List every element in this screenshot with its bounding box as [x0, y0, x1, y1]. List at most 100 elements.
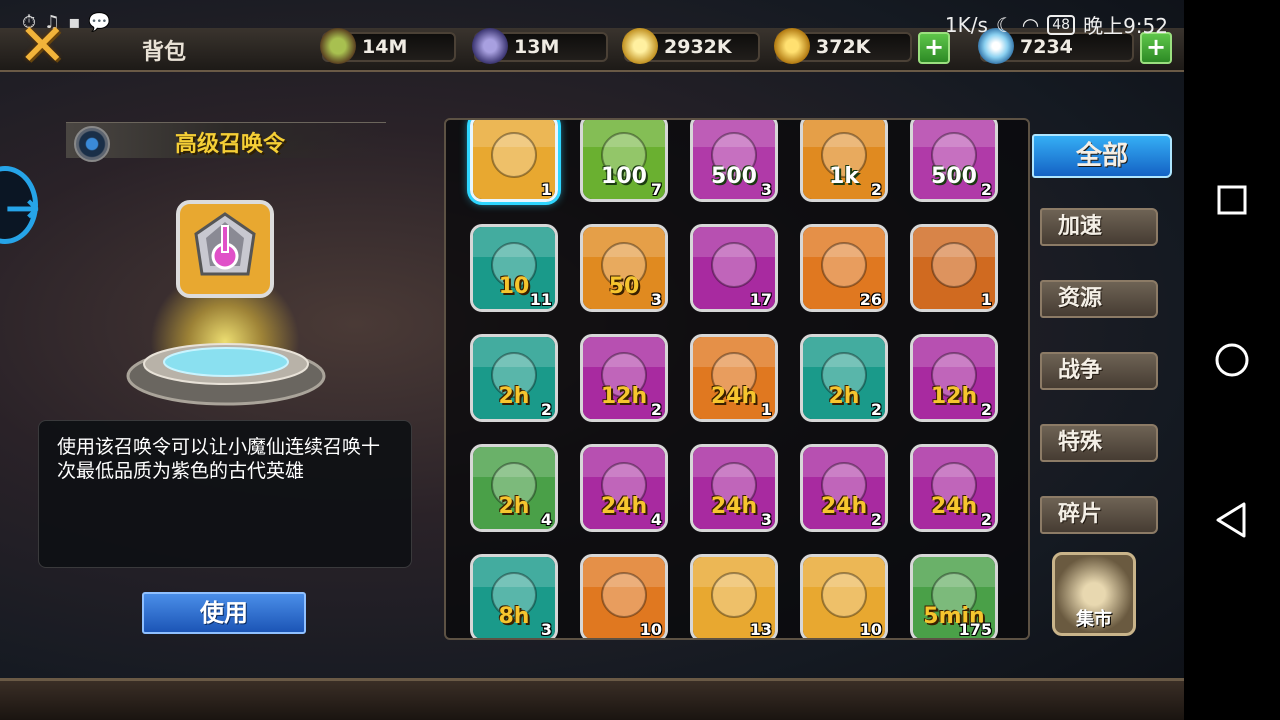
arrow-right-icon: → [5, 183, 41, 232]
item-count: 1 [980, 290, 992, 309]
inventory-slot-lightning-chest-50[interactable]: 50 3 [580, 224, 668, 312]
market-label: 集市 [1076, 609, 1112, 630]
inventory-slot-scroll[interactable]: 1 [910, 224, 998, 312]
inventory-slot-orange-wing-boots[interactable]: 26 [800, 224, 888, 312]
gold-icon [774, 28, 810, 64]
clock: 晚上9:52 [1083, 14, 1168, 38]
resource-gold-ore-value: 2932K [664, 36, 732, 58]
tab-special[interactable]: 特殊 [1040, 424, 1158, 462]
market-button[interactable]: 集市 [1052, 552, 1136, 636]
inventory-slot-wood-boost-24h[interactable]: 24h 4 [580, 444, 668, 532]
selected-item-title: 高级召唤令 [174, 132, 285, 157]
inventory-slot-gramophone[interactable]: 10 [580, 554, 668, 639]
inventory-slot-speedup-5min[interactable]: 5min 175 [910, 554, 998, 639]
resource-gold-ore: 2932K [622, 28, 760, 64]
inventory-slot-build-speedup-12h[interactable]: 12h 2 [580, 334, 668, 422]
bottom-frame [0, 678, 1184, 720]
inventory-grid[interactable]: 1 100 7 500 3 1k 2 500 2 10 11 50 3 17 26 1 2h 2 12h 2 24h 1 2… [444, 118, 1030, 640]
item-count: 2 [980, 400, 992, 419]
item-count: 11 [529, 290, 552, 309]
android-navigation-bar [1184, 0, 1280, 720]
close-button[interactable]: ✕ [18, 16, 78, 74]
inventory-slot-advanced-summon-token[interactable]: 1 [470, 120, 558, 202]
previous-page-button[interactable]: → [0, 166, 41, 244]
inventory-slot-purple-wing-boots[interactable]: 17 [690, 224, 778, 312]
inventory-slot-research-2h[interactable]: 2h 4 [470, 444, 558, 532]
inventory-slot-build-speedup-24h[interactable]: 24h 1 [690, 334, 778, 422]
plus-icon: + [923, 33, 945, 61]
summon-token-icon [176, 200, 274, 298]
resource-gold-value: 372K [816, 36, 871, 58]
inventory-slot-refresh-card-red[interactable]: 10 [800, 554, 888, 639]
item-count: 1 [540, 180, 552, 199]
tab-speedup[interactable]: 加速 [1040, 208, 1158, 246]
wifi-icon: ◠ [1021, 12, 1040, 37]
inventory-slot-shield-12h[interactable]: 12h 2 [910, 334, 998, 422]
stone-icon [472, 28, 508, 64]
item-count: 3 [760, 180, 772, 199]
inventory-slot-wrench-500[interactable]: 500 2 [910, 120, 998, 202]
inventory-slot-shield-2h[interactable]: 2h 2 [800, 334, 888, 422]
item-count: 1 [760, 400, 772, 419]
gold-ore-icon [622, 28, 658, 64]
item-count: 2 [650, 400, 662, 419]
inventory-slot-cheese-boost-24h[interactable]: 24h 2 [800, 444, 888, 532]
square-icon [1217, 185, 1247, 215]
status-bar-system: 1K/s ☾ ◠ 48 晚上9:52 [945, 10, 1168, 39]
item-count: 3 [760, 510, 772, 529]
item-count: 3 [540, 620, 552, 639]
inventory-slot-exp-potion-500[interactable]: 500 3 [690, 120, 778, 202]
item-count: 2 [870, 510, 882, 529]
resource-wood-value: 14M [362, 36, 408, 58]
game-screen: ⏱ ♫ ▪ 💬 ✕ 背包 14M 13M 2932K 372K + 7234 +… [0, 0, 1184, 720]
resource-wood: 14M [320, 28, 456, 64]
circle-icon [1215, 343, 1249, 377]
inventory-slot-refresh-card-blue[interactable]: 13 [690, 554, 778, 639]
back-button[interactable] [1204, 492, 1260, 548]
gear-badge-icon [74, 126, 110, 162]
item-description: 使用该召唤令可以让小魔仙连续召唤十次最低品质为紫色的古代英雄 [38, 420, 412, 568]
home-button[interactable] [1204, 332, 1260, 388]
item-count: 13 [749, 620, 772, 639]
recent-apps-button[interactable] [1204, 172, 1260, 228]
item-count: 3 [650, 290, 662, 309]
inventory-slot-exp-potion-100[interactable]: 100 7 [580, 120, 668, 202]
triangle-back-icon [1216, 502, 1246, 538]
description-text: 使用该召唤令可以让小魔仙连续召唤十次最低品质为紫色的古代英雄 [57, 436, 381, 482]
inventory-slot-gold-boost-24h[interactable]: 24h 2 [910, 444, 998, 532]
item-count: 175 [958, 620, 992, 639]
item-count: 7 [650, 180, 662, 199]
tab-fragment[interactable]: 碎片 [1040, 496, 1158, 534]
item-count: 17 [749, 290, 772, 309]
wood-icon [320, 28, 356, 64]
inventory-slot-stone-boost-24h[interactable]: 24h 3 [690, 444, 778, 532]
item-count: 4 [650, 510, 662, 529]
inventory-slot-exp-potion-1k[interactable]: 1k 2 [800, 120, 888, 202]
tab-war[interactable]: 战争 [1040, 352, 1158, 390]
close-x-icon: ✕ [18, 11, 67, 79]
battery-level: 48 [1047, 14, 1076, 35]
page-title: 背包 [142, 40, 187, 65]
net-speed: 1K/s [944, 12, 988, 37]
tab-resource[interactable]: 资源 [1040, 280, 1158, 318]
resource-stone: 13M [472, 28, 608, 64]
item-count: 4 [540, 510, 552, 529]
resource-gems-value: 7234 [1020, 36, 1073, 58]
message-icon: 💬 [88, 12, 111, 33]
item-count: 10 [859, 620, 882, 639]
resource-gold: 372K [774, 28, 912, 64]
tab-all[interactable]: 全部 [1032, 134, 1172, 178]
item-count: 2 [980, 180, 992, 199]
item-count: 2 [870, 400, 882, 419]
inventory-slot-lightning-chest-10[interactable]: 10 11 [470, 224, 558, 312]
use-button[interactable]: 使用 [142, 592, 306, 634]
item-count: 26 [859, 290, 882, 309]
inventory-slot-pickaxe-8h[interactable]: 8h 3 [470, 554, 558, 639]
moon-icon: ☾ [995, 12, 1014, 37]
resource-stone-value: 13M [514, 36, 560, 58]
item-count: 2 [980, 510, 992, 529]
inventory-slot-build-speedup-2h[interactable]: 2h 2 [470, 334, 558, 422]
item-count: 10 [639, 620, 662, 639]
item-count: 2 [540, 400, 552, 419]
item-count: 2 [870, 180, 882, 199]
